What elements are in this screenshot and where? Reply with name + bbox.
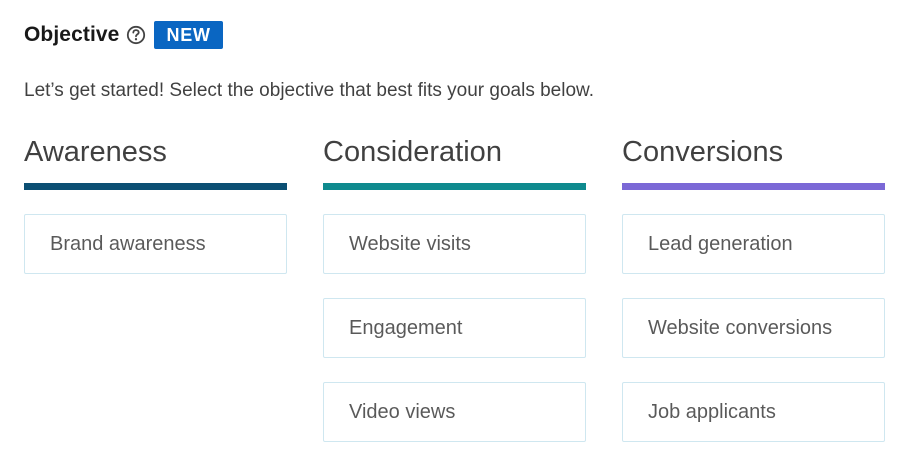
conversions-bar: [622, 183, 885, 190]
conversions-column: Conversions Lead generation Website conv…: [622, 132, 885, 442]
awareness-bar: [24, 183, 287, 190]
conversions-heading: Conversions: [622, 136, 784, 168]
objective-title: Objective: [24, 23, 120, 46]
option-brand-awareness[interactable]: Brand awareness: [24, 214, 287, 274]
consideration-column: Consideration Website visits Engagement …: [323, 132, 586, 442]
new-badge: NEW: [154, 21, 223, 49]
question-circle-icon-graphic: [127, 25, 146, 45]
question-circle-icon[interactable]: [126, 25, 146, 45]
objective-header: Objective NEW: [24, 20, 223, 50]
option-website-visits[interactable]: Website visits: [323, 214, 586, 274]
option-job-applicants[interactable]: Job applicants: [622, 382, 885, 442]
consideration-bar: [323, 183, 586, 190]
objective-instructions: Let’s get started! Select the objective …: [24, 80, 594, 101]
option-video-views[interactable]: Video views: [323, 382, 586, 442]
option-engagement[interactable]: Engagement: [323, 298, 586, 358]
awareness-column: Awareness Brand awareness: [24, 132, 287, 274]
objective-panel: Objective NEW Let’s get started! Select …: [0, 0, 910, 468]
awareness-heading: Awareness: [24, 136, 167, 168]
option-lead-generation[interactable]: Lead generation: [622, 214, 885, 274]
option-website-conversions[interactable]: Website conversions: [622, 298, 885, 358]
consideration-heading: Consideration: [323, 136, 502, 168]
